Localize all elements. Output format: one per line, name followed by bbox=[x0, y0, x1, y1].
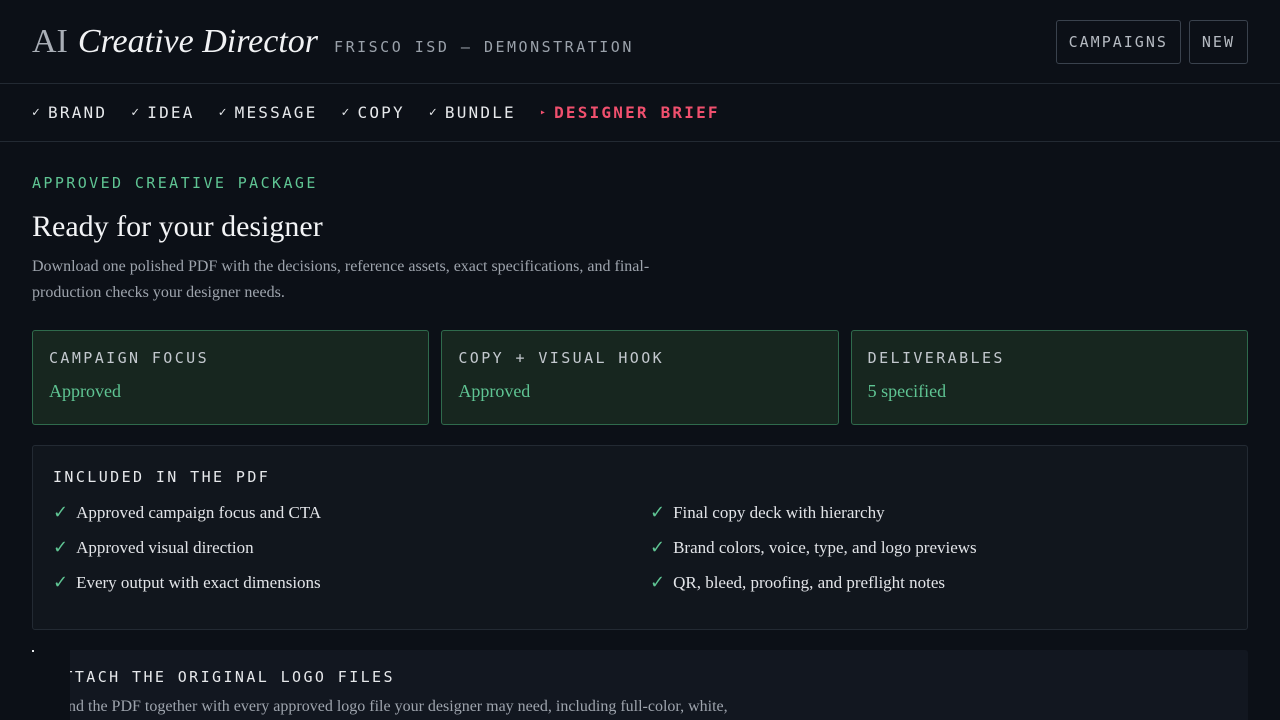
brand-name: Creative Director bbox=[77, 22, 319, 60]
step-label: COPY bbox=[357, 103, 405, 122]
card-label: COPY + VISUAL HOOK bbox=[458, 349, 665, 367]
attach-logo-title: ATTACH THE ORIGINAL LOGO FILES bbox=[52, 668, 395, 686]
attach-logo-panel: ATTACH THE ORIGINAL LOGO FILES Send the … bbox=[32, 650, 1248, 720]
check-icon: ✓ bbox=[53, 502, 69, 523]
check-icon: ✓ bbox=[428, 105, 439, 120]
list-item: ✓ QR, bleed, proofing, and preflight not… bbox=[650, 572, 1227, 593]
step-label: BUNDLE bbox=[444, 103, 516, 122]
brand-subtitle: FRISCO ISD — DEMONSTRATION bbox=[334, 37, 634, 56]
check-icon: ✓ bbox=[650, 502, 666, 523]
step-label: IDEA bbox=[147, 103, 195, 122]
card-value: Approved bbox=[458, 381, 531, 401]
list-item: ✓ Approved visual direction bbox=[53, 537, 630, 558]
step-label: BRAND bbox=[48, 103, 108, 122]
card-label: CAMPAIGN FOCUS bbox=[49, 349, 210, 367]
check-icon: ✓ bbox=[341, 105, 352, 120]
list-item-label: Approved campaign focus and CTA bbox=[76, 502, 322, 522]
check-icon: ✓ bbox=[53, 537, 69, 558]
step-brand[interactable]: ✓ BRAND bbox=[32, 103, 107, 122]
step-idea[interactable]: ✓ IDEA bbox=[131, 103, 194, 122]
new-button[interactable]: NEW bbox=[1188, 19, 1248, 64]
header-actions: CAMPAIGNS NEW bbox=[1055, 19, 1248, 64]
check-icon: ✓ bbox=[131, 105, 142, 120]
step-designer-brief[interactable]: ▸ DESIGNER BRIEF bbox=[540, 103, 720, 122]
card-value: 5 specified bbox=[867, 381, 947, 401]
card-copy-visual-hook: COPY + VISUAL HOOK Approved bbox=[441, 330, 839, 425]
brand-ai: AI bbox=[32, 22, 68, 60]
check-icon: ✓ bbox=[53, 572, 69, 593]
app-brand: AI Creative Director FRISCO ISD — DEMONS… bbox=[32, 23, 634, 61]
attach-logo-description: Send the PDF together with every approve… bbox=[52, 698, 728, 715]
campaigns-button[interactable]: CAMPAIGNS bbox=[1055, 19, 1181, 64]
list-item-label: Approved visual direction bbox=[76, 537, 254, 557]
included-title: INCLUDED IN THE PDF bbox=[53, 468, 271, 486]
app-header: AI Creative Director FRISCO ISD — DEMONS… bbox=[0, 0, 1280, 84]
list-item-label: QR, bleed, proofing, and preflight notes bbox=[673, 572, 946, 592]
card-label: DELIVERABLES bbox=[867, 349, 1005, 367]
step-message[interactable]: ✓ MESSAGE bbox=[219, 103, 318, 122]
card-value: Approved bbox=[49, 381, 121, 401]
list-item: ✓ Final copy deck with hierarchy bbox=[650, 502, 1227, 523]
main-content: APPROVED CREATIVE PACKAGE Ready for your… bbox=[0, 142, 1280, 720]
list-item: ✓ Brand colors, voice, type, and logo pr… bbox=[650, 537, 1227, 558]
page-description: Download one polished PDF with the decis… bbox=[32, 258, 650, 301]
check-icon: ✓ bbox=[32, 105, 43, 120]
list-item-label: Every output with exact dimensions bbox=[76, 572, 321, 592]
list-item-label: Final copy deck with hierarchy bbox=[673, 502, 885, 522]
page-title: Ready for your designer bbox=[32, 210, 323, 243]
card-deliverables: DELIVERABLES 5 specified bbox=[850, 330, 1248, 425]
list-item-label: Brand colors, voice, type, and logo prev… bbox=[673, 537, 977, 557]
step-label: DESIGNER BRIEF bbox=[554, 103, 720, 122]
included-list: ✓ Approved campaign focus and CTA ✓ Fina… bbox=[53, 502, 1227, 593]
card-campaign-focus: CAMPAIGN FOCUS Approved bbox=[32, 330, 430, 425]
included-in-pdf-panel: INCLUDED IN THE PDF ✓ Approved campaign … bbox=[32, 445, 1248, 630]
step-label: MESSAGE bbox=[234, 103, 318, 122]
step-nav: ✓ BRAND ✓ IDEA ✓ MESSAGE ✓ COPY ✓ BUNDLE… bbox=[0, 84, 1280, 142]
cursor-dot bbox=[32, 650, 34, 652]
overlay-edge bbox=[32, 650, 70, 720]
step-copy[interactable]: ✓ COPY bbox=[341, 103, 404, 122]
check-icon: ✓ bbox=[218, 105, 229, 120]
status-cards: CAMPAIGN FOCUS Approved COPY + VISUAL HO… bbox=[32, 330, 1248, 425]
step-bundle[interactable]: ✓ BUNDLE bbox=[429, 103, 516, 122]
check-icon: ✓ bbox=[650, 572, 666, 593]
section-eyebrow: APPROVED CREATIVE PACKAGE bbox=[32, 174, 318, 192]
list-item: ✓ Every output with exact dimensions bbox=[53, 572, 630, 593]
play-arrow-icon: ▸ bbox=[539, 107, 549, 118]
list-item: ✓ Approved campaign focus and CTA bbox=[53, 502, 630, 523]
check-icon: ✓ bbox=[650, 537, 666, 558]
